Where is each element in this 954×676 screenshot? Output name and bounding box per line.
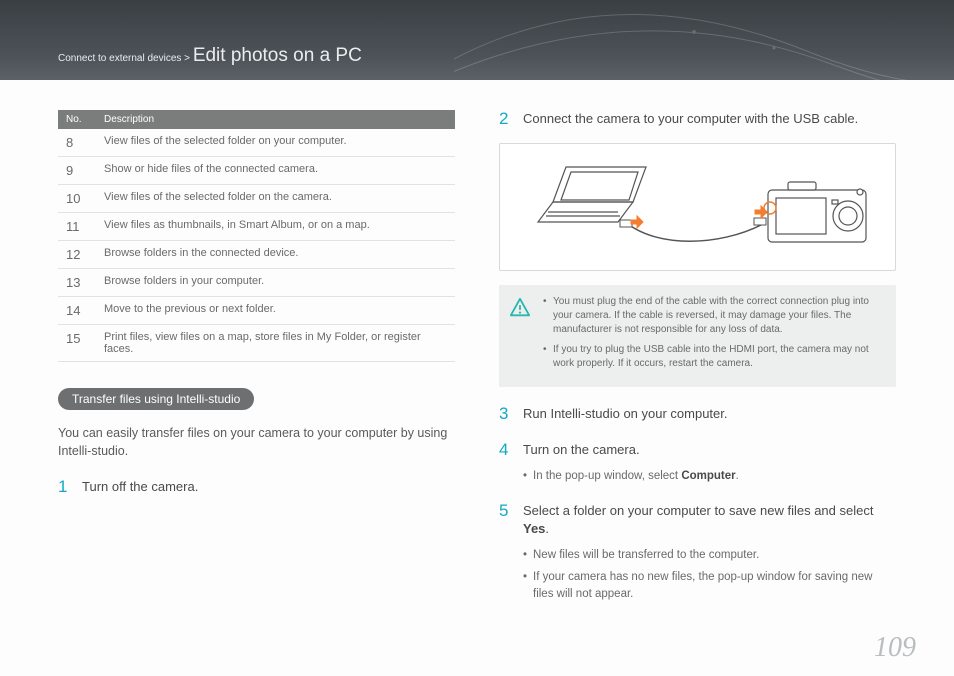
right-column: 2 Connect the camera to your computer wi… (499, 110, 896, 603)
table-row: 15Print files, view files on a map, stor… (58, 325, 455, 362)
table-row: 14Move to the previous or next folder. (58, 297, 455, 325)
content-area: No. Description 8View files of the selec… (0, 80, 954, 603)
col-head-no: No. (58, 110, 96, 129)
step-text: Turn on the camera. (523, 442, 640, 457)
caution-icon (509, 297, 531, 319)
table-head-row: No. Description (58, 110, 455, 129)
table-row: 8View files of the selected folder on yo… (58, 129, 455, 157)
col-head-desc: Description (96, 110, 455, 129)
step-2: 2 Connect the camera to your computer wi… (499, 110, 896, 129)
step-text: Select a folder on your computer to save… (523, 503, 873, 536)
table-row: 10View files of the selected folder on t… (58, 185, 455, 213)
table-row: 11View files as thumbnails, in Smart Alb… (58, 213, 455, 241)
step-1: 1 Turn off the camera. (58, 478, 455, 497)
left-column: No. Description 8View files of the selec… (58, 110, 455, 603)
note-line: If you try to plug the USB cable into th… (543, 343, 882, 371)
manual-page: Connect to external devices > Edit photo… (0, 0, 954, 676)
substep: If your camera has no new files, the pop… (523, 569, 896, 602)
description-table: No. Description 8View files of the selec… (58, 110, 455, 362)
laptop-cable-camera-illustration (518, 152, 878, 262)
page-number: 109 (874, 632, 916, 664)
connection-figure (499, 143, 896, 271)
table-row: 9Show or hide files of the connected cam… (58, 157, 455, 185)
table-row: 12Browse folders in the connected device… (58, 241, 455, 269)
step-text: Connect the camera to your computer with… (523, 110, 858, 129)
step-number: 1 (58, 478, 72, 497)
step-4: 4 Turn on the camera. In the pop-up wind… (499, 441, 896, 484)
step-text: Run Intelli-studio on your computer. (523, 405, 728, 424)
substep: New files will be transferred to the com… (523, 547, 896, 564)
table-row: 13Browse folders in your computer. (58, 269, 455, 297)
header-banner: Connect to external devices > Edit photo… (0, 0, 954, 80)
substep: In the pop-up window, select Computer. (523, 468, 739, 485)
step-body: Turn on the camera. In the pop-up window… (523, 441, 739, 484)
note-line: You must plug the end of the cable with … (543, 295, 882, 337)
step-body: Select a folder on your computer to save… (523, 502, 896, 602)
step-3: 3 Run Intelli-studio on your computer. (499, 405, 896, 424)
step-5: 5 Select a folder on your computer to sa… (499, 502, 896, 602)
breadcrumb: Connect to external devices > Edit photo… (58, 45, 362, 67)
step-text: Turn off the camera. (82, 478, 198, 497)
intro-text: You can easily transfer files on your ca… (58, 424, 455, 460)
decorative-swirl (454, 0, 954, 80)
step-number: 4 (499, 441, 513, 484)
step-number: 2 (499, 110, 513, 129)
page-title: Edit photos on a PC (193, 45, 362, 66)
step-number: 3 (499, 405, 513, 424)
step-number: 5 (499, 502, 513, 602)
caution-note: You must plug the end of the cable with … (499, 285, 896, 387)
section-pill: Transfer files using Intelli-studio (58, 388, 254, 410)
breadcrumb-section: Connect to external devices > (58, 53, 193, 64)
